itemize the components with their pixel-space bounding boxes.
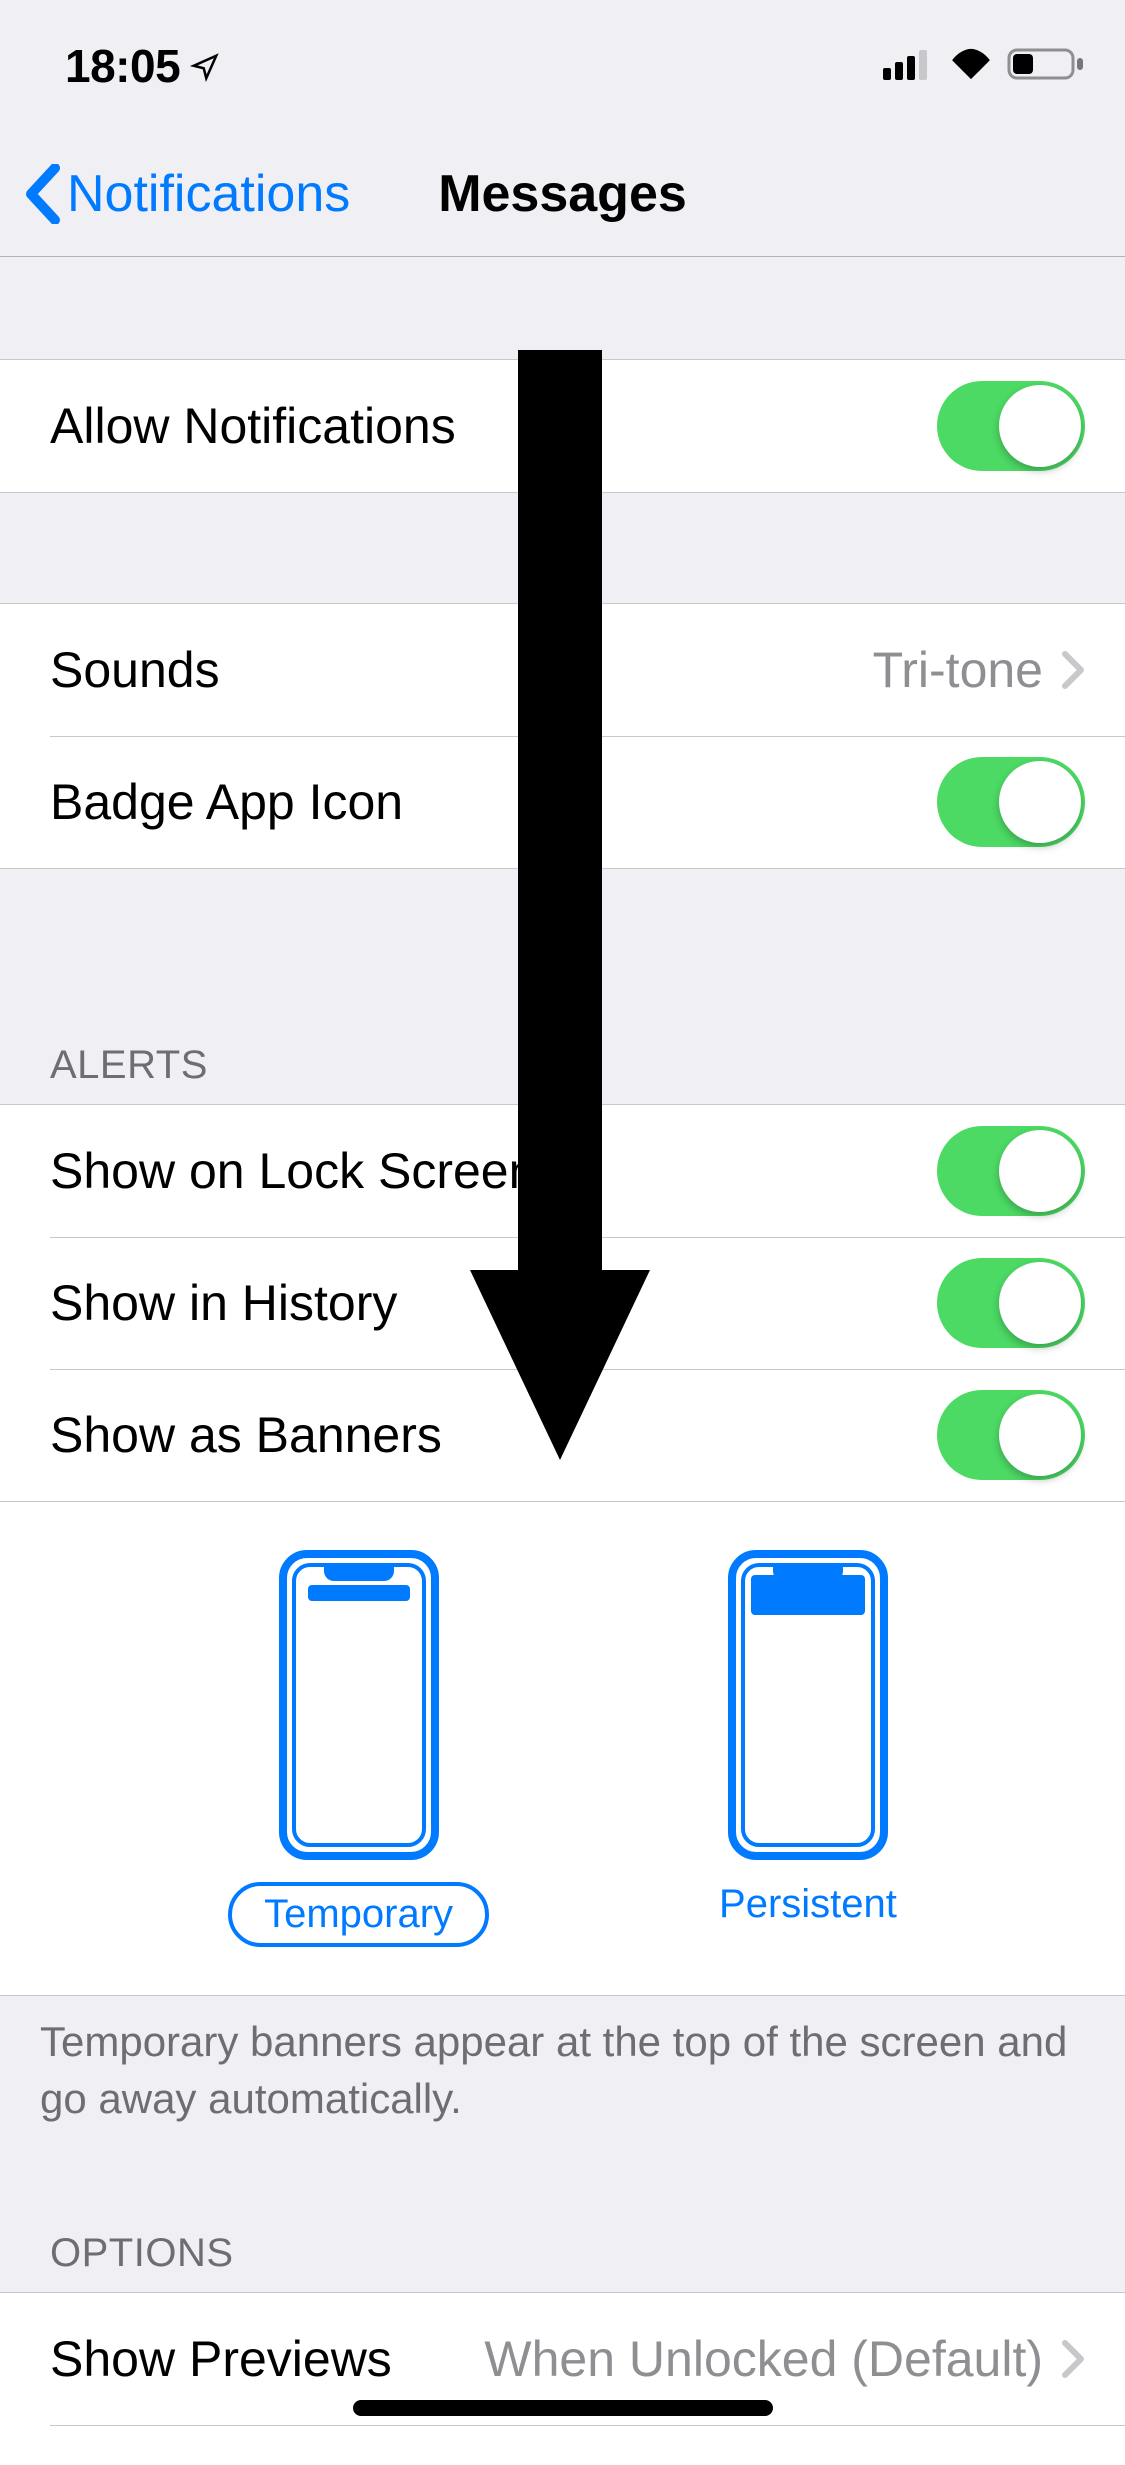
- allow-group: Allow Notifications: [0, 359, 1125, 493]
- wifi-icon: [947, 47, 995, 86]
- battery-icon: [1007, 46, 1085, 87]
- show-history-row[interactable]: Show in History: [0, 1237, 1125, 1369]
- show-banners-toggle[interactable]: [937, 1390, 1085, 1480]
- options-group: Show Previews When Unlocked (Default): [0, 2292, 1125, 2465]
- sounds-value: Tri-tone: [873, 641, 1043, 699]
- back-button[interactable]: Notifications: [25, 164, 350, 224]
- chevron-right-icon: [1061, 2339, 1085, 2379]
- nav-bar: Notifications Messages: [0, 132, 1125, 257]
- sounds-label: Sounds: [50, 641, 873, 699]
- sounds-row[interactable]: Sounds Tri-tone: [0, 604, 1125, 736]
- show-previews-value: When Unlocked (Default): [422, 2330, 1043, 2388]
- allow-notifications-label: Allow Notifications: [50, 397, 937, 455]
- allow-notifications-toggle[interactable]: [937, 381, 1085, 471]
- sounds-group: Sounds Tri-tone Badge App Icon: [0, 603, 1125, 869]
- back-label: Notifications: [67, 164, 350, 224]
- allow-notifications-row[interactable]: Allow Notifications: [0, 360, 1125, 492]
- alerts-header: ALERTS: [0, 1009, 1125, 1104]
- status-time-text: 18:05: [65, 39, 180, 93]
- show-lock-label: Show on Lock Screen: [50, 1142, 937, 1200]
- chevron-right-icon: [1061, 650, 1085, 690]
- badge-toggle[interactable]: [937, 757, 1085, 847]
- show-lock-toggle[interactable]: [937, 1126, 1085, 1216]
- chevron-left-icon: [25, 164, 61, 224]
- banner-style-chooser: Temporary Persistent: [0, 1501, 1125, 1995]
- status-right: [883, 46, 1085, 87]
- banners-footer: Temporary banners appear at the top of t…: [0, 1996, 1125, 2157]
- options-header: OPTIONS: [0, 2197, 1125, 2292]
- cellular-icon: [883, 48, 935, 85]
- show-banners-row[interactable]: Show as Banners: [0, 1369, 1125, 1501]
- persistent-label: Persistent: [719, 1882, 897, 1927]
- banner-style-persistent[interactable]: Persistent: [719, 1550, 897, 1947]
- show-history-label: Show in History: [50, 1274, 937, 1332]
- badge-row[interactable]: Badge App Icon: [0, 736, 1125, 868]
- badge-label: Badge App Icon: [50, 773, 937, 831]
- show-banners-label: Show as Banners: [50, 1406, 937, 1464]
- temporary-label: Temporary: [228, 1882, 489, 1947]
- banner-style-temporary[interactable]: Temporary: [228, 1550, 489, 1947]
- alerts-group: Show on Lock Screen Show in History Show…: [0, 1104, 1125, 1501]
- next-row-partial[interactable]: [0, 2425, 1125, 2465]
- home-indicator[interactable]: [353, 2400, 773, 2416]
- status-time: 18:05: [65, 39, 220, 93]
- show-history-toggle[interactable]: [937, 1258, 1085, 1348]
- location-icon: [190, 39, 220, 93]
- temporary-preview-icon: [279, 1550, 439, 1860]
- show-lock-row[interactable]: Show on Lock Screen: [0, 1105, 1125, 1237]
- show-previews-label: Show Previews: [50, 2330, 392, 2388]
- persistent-preview-icon: [728, 1550, 888, 1860]
- status-bar: 18:05: [0, 0, 1125, 132]
